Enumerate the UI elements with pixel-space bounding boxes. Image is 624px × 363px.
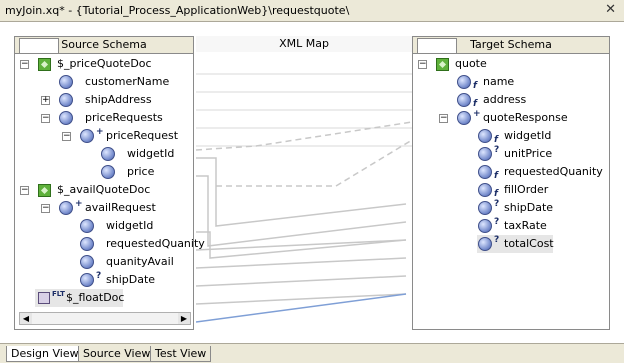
element-icon bbox=[59, 75, 73, 89]
tree-item-widgetid[interactable]: widgetId bbox=[15, 217, 193, 235]
tree-item-availrequest[interactable]: − + availRequest bbox=[15, 199, 193, 217]
document-icon bbox=[38, 58, 51, 71]
tree-item-quoteresponse[interactable]: − + quoteResponse bbox=[413, 109, 609, 127]
element-icon bbox=[80, 129, 94, 143]
collapse-icon[interactable]: − bbox=[439, 114, 448, 123]
tree-item-widgetid[interactable]: widgetId bbox=[15, 145, 193, 163]
element-icon bbox=[478, 183, 492, 197]
element-icon bbox=[101, 165, 115, 179]
tree-item-floatdoc[interactable]: FLT $_floatDoc bbox=[35, 289, 124, 307]
source-schema-panel: Source Schema − $_priceQuoteDoc customer… bbox=[14, 36, 205, 330]
element-icon bbox=[478, 201, 492, 215]
tree-item-requestedquanity[interactable]: f requestedQuanity bbox=[413, 163, 609, 181]
tree-item-pricequotedoc[interactable]: − $_priceQuoteDoc bbox=[15, 55, 193, 73]
document-icon bbox=[436, 58, 449, 71]
tree-item-taxrate[interactable]: ? taxRate bbox=[413, 217, 609, 235]
element-icon bbox=[80, 219, 94, 233]
optional-marker: ? bbox=[494, 235, 500, 245]
tree-item-shipdate[interactable]: ? shipDate bbox=[413, 199, 609, 217]
tree-item-name[interactable]: f name bbox=[413, 73, 609, 91]
tree-item-fillorder[interactable]: f fillOrder bbox=[413, 181, 609, 199]
tree-item-pricerequest[interactable]: − + priceRequest bbox=[15, 127, 193, 145]
element-icon bbox=[457, 75, 471, 89]
collapse-icon[interactable]: − bbox=[62, 132, 71, 141]
tree-item-customername[interactable]: customerName bbox=[15, 73, 193, 91]
view-tabs: Design View Source View Test View bbox=[0, 343, 624, 363]
tab-source-view[interactable]: Source View bbox=[78, 346, 156, 362]
element-icon bbox=[478, 237, 492, 251]
element-icon bbox=[59, 201, 73, 215]
optional-marker: ? bbox=[494, 145, 500, 155]
tree-item-widgetid[interactable]: f widgetId bbox=[413, 127, 609, 145]
tree-item-quanityavail[interactable]: quanityAvail bbox=[15, 253, 193, 271]
tree-item-pricerequests[interactable]: − priceRequests bbox=[15, 109, 193, 127]
repeating-marker: + bbox=[96, 127, 104, 137]
tab-test-view[interactable]: Test View bbox=[150, 346, 212, 362]
element-icon bbox=[478, 147, 492, 161]
element-icon bbox=[457, 93, 471, 107]
window-title: myJoin.xq* - {Tutorial_Process_Applicati… bbox=[5, 4, 350, 17]
tree-item-shipdate[interactable]: ? shipDate bbox=[15, 271, 193, 289]
element-icon bbox=[457, 111, 471, 125]
repeating-marker: + bbox=[473, 109, 481, 119]
expand-icon[interactable]: + bbox=[41, 96, 50, 105]
tree-item-quote[interactable]: − quote bbox=[413, 55, 609, 73]
target-schema-title: Target Schema bbox=[470, 38, 552, 51]
target-schema-panel: Target Schema − quote f name f address −… bbox=[412, 36, 610, 330]
element-icon bbox=[80, 273, 94, 287]
close-icon[interactable]: ✕ bbox=[605, 2, 616, 17]
float-doc-icon bbox=[38, 292, 50, 304]
target-schema-header: Target Schema bbox=[413, 37, 609, 54]
collapse-icon[interactable]: − bbox=[41, 204, 50, 213]
tree-item-address[interactable]: f address bbox=[413, 91, 609, 109]
element-icon bbox=[80, 255, 94, 269]
optional-marker: ? bbox=[494, 199, 500, 209]
horizontal-scrollbar[interactable]: ◀ ▶ bbox=[19, 312, 191, 325]
collapse-icon[interactable]: − bbox=[20, 186, 29, 195]
title-bar: myJoin.xq* - {Tutorial_Process_Applicati… bbox=[0, 0, 624, 22]
source-schema-title: Source Schema bbox=[61, 38, 147, 51]
optional-marker: ? bbox=[494, 217, 500, 227]
source-schema-header: Source Schema bbox=[15, 37, 193, 54]
optional-marker: ? bbox=[96, 271, 102, 281]
mapping-links bbox=[196, 73, 412, 323]
element-icon bbox=[80, 237, 94, 251]
element-icon bbox=[101, 147, 115, 161]
element-icon bbox=[478, 129, 492, 143]
collapse-icon[interactable]: − bbox=[418, 60, 427, 69]
tab-design-view[interactable]: Design View bbox=[6, 346, 84, 362]
repeating-marker: + bbox=[75, 199, 83, 209]
element-icon bbox=[59, 111, 73, 125]
element-icon bbox=[478, 219, 492, 233]
tree-item-price[interactable]: price bbox=[15, 163, 193, 181]
scroll-right-icon[interactable]: ▶ bbox=[178, 313, 190, 324]
xml-map-area: XML Map bbox=[196, 36, 412, 326]
tree-item-unitprice[interactable]: ? unitPrice bbox=[413, 145, 609, 163]
element-icon bbox=[478, 165, 492, 179]
tree-item-requestedquanity[interactable]: requestedQuanity bbox=[15, 235, 205, 253]
element-icon bbox=[59, 93, 73, 107]
mapper-workarea: Source Schema − $_priceQuoteDoc customer… bbox=[0, 22, 624, 343]
collapse-icon[interactable]: − bbox=[41, 114, 50, 123]
tree-item-availquotedoc[interactable]: − $_availQuoteDoc bbox=[15, 181, 193, 199]
tree-item-totalcost[interactable]: ? totalCost bbox=[477, 235, 554, 253]
scroll-left-icon[interactable]: ◀ bbox=[20, 313, 32, 324]
document-icon bbox=[38, 184, 51, 197]
tree-item-shipaddress[interactable]: + shipAddress bbox=[15, 91, 193, 109]
collapse-icon[interactable]: − bbox=[20, 60, 29, 69]
float-badge: FLT bbox=[52, 290, 65, 298]
